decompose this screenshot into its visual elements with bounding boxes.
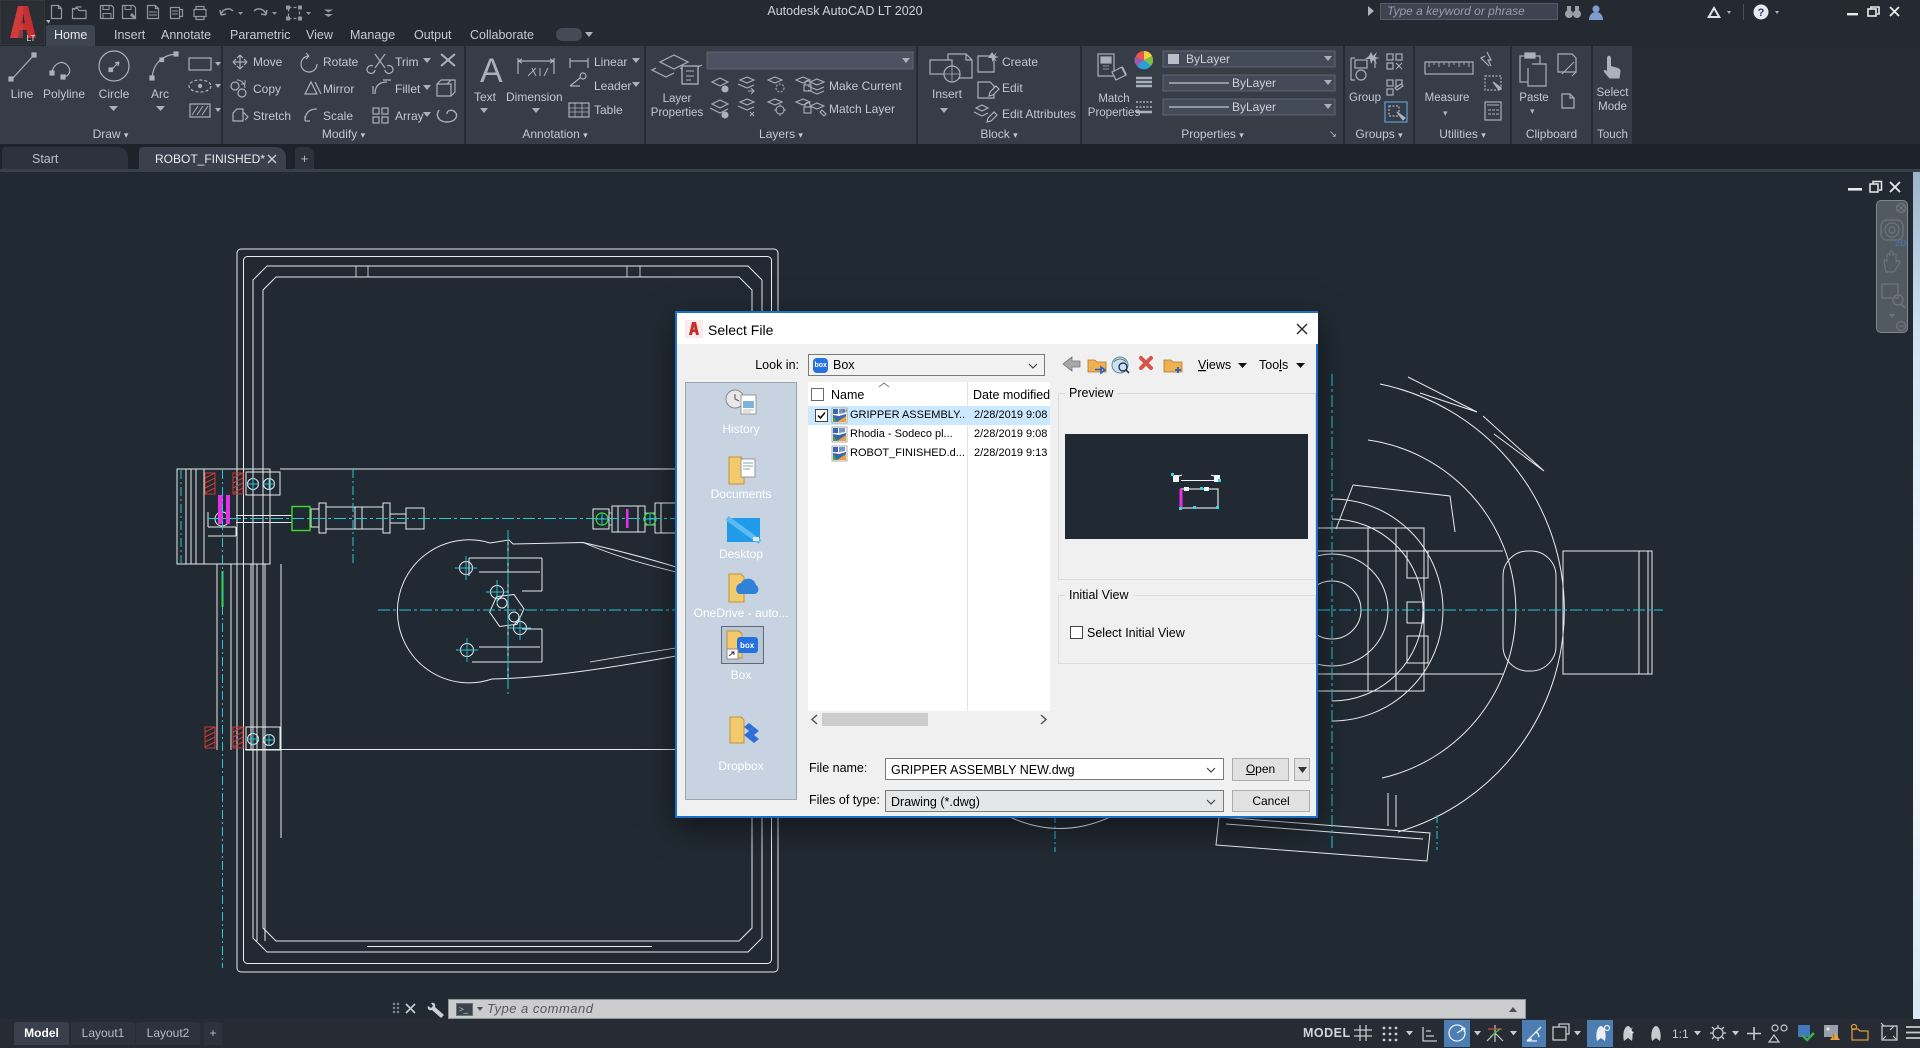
svg-text:ByLayer: ByLayer — [1232, 100, 1276, 114]
svg-text:Mirror: Mirror — [323, 82, 354, 96]
svg-text:Create: Create — [1002, 55, 1038, 69]
svg-text:Table: Table — [594, 103, 623, 117]
svg-text:Polyline: Polyline — [43, 87, 85, 101]
svg-text:Line: Line — [11, 87, 34, 101]
svg-text:Circle: Circle — [99, 87, 130, 101]
svg-text:Edit: Edit — [1002, 81, 1023, 95]
svg-text:Dimension: Dimension — [506, 90, 563, 104]
svg-text:Fillet: Fillet — [395, 82, 421, 96]
svg-text:Scale: Scale — [323, 109, 353, 123]
svg-text:ByLayer: ByLayer — [1186, 52, 1230, 66]
svg-text:1:1: 1:1 — [1672, 1027, 1689, 1041]
svg-text:?: ? — [1758, 7, 1765, 19]
svg-text:Insert: Insert — [932, 87, 963, 101]
svg-text:LT: LT — [27, 34, 36, 43]
svg-text:Copy: Copy — [253, 82, 281, 96]
svg-text:Text: Text — [474, 90, 497, 104]
svg-text:Move: Move — [253, 55, 283, 69]
svg-text:2D: 2D — [1895, 238, 1907, 248]
svg-text:Views: Views — [1198, 358, 1231, 372]
svg-text:Make Current: Make Current — [829, 79, 902, 93]
svg-text:Tools: Tools — [1259, 358, 1288, 372]
svg-text:Edit Attributes: Edit Attributes — [1002, 107, 1076, 121]
svg-text:Arc: Arc — [151, 87, 169, 101]
svg-text:Array: Array — [395, 109, 424, 123]
svg-text:TM: TM — [842, 409, 847, 413]
svg-text:box: box — [740, 641, 755, 650]
svg-text:Linear: Linear — [594, 55, 627, 69]
svg-text:Stretch: Stretch — [253, 109, 291, 123]
svg-text:Rotate: Rotate — [323, 55, 359, 69]
svg-text:ByLayer: ByLayer — [1232, 76, 1276, 90]
svg-text:A: A — [480, 52, 503, 90]
svg-text:Leader: Leader — [594, 79, 631, 93]
svg-text:Trim: Trim — [395, 55, 419, 69]
svg-text:Match Layer: Match Layer — [829, 102, 895, 116]
